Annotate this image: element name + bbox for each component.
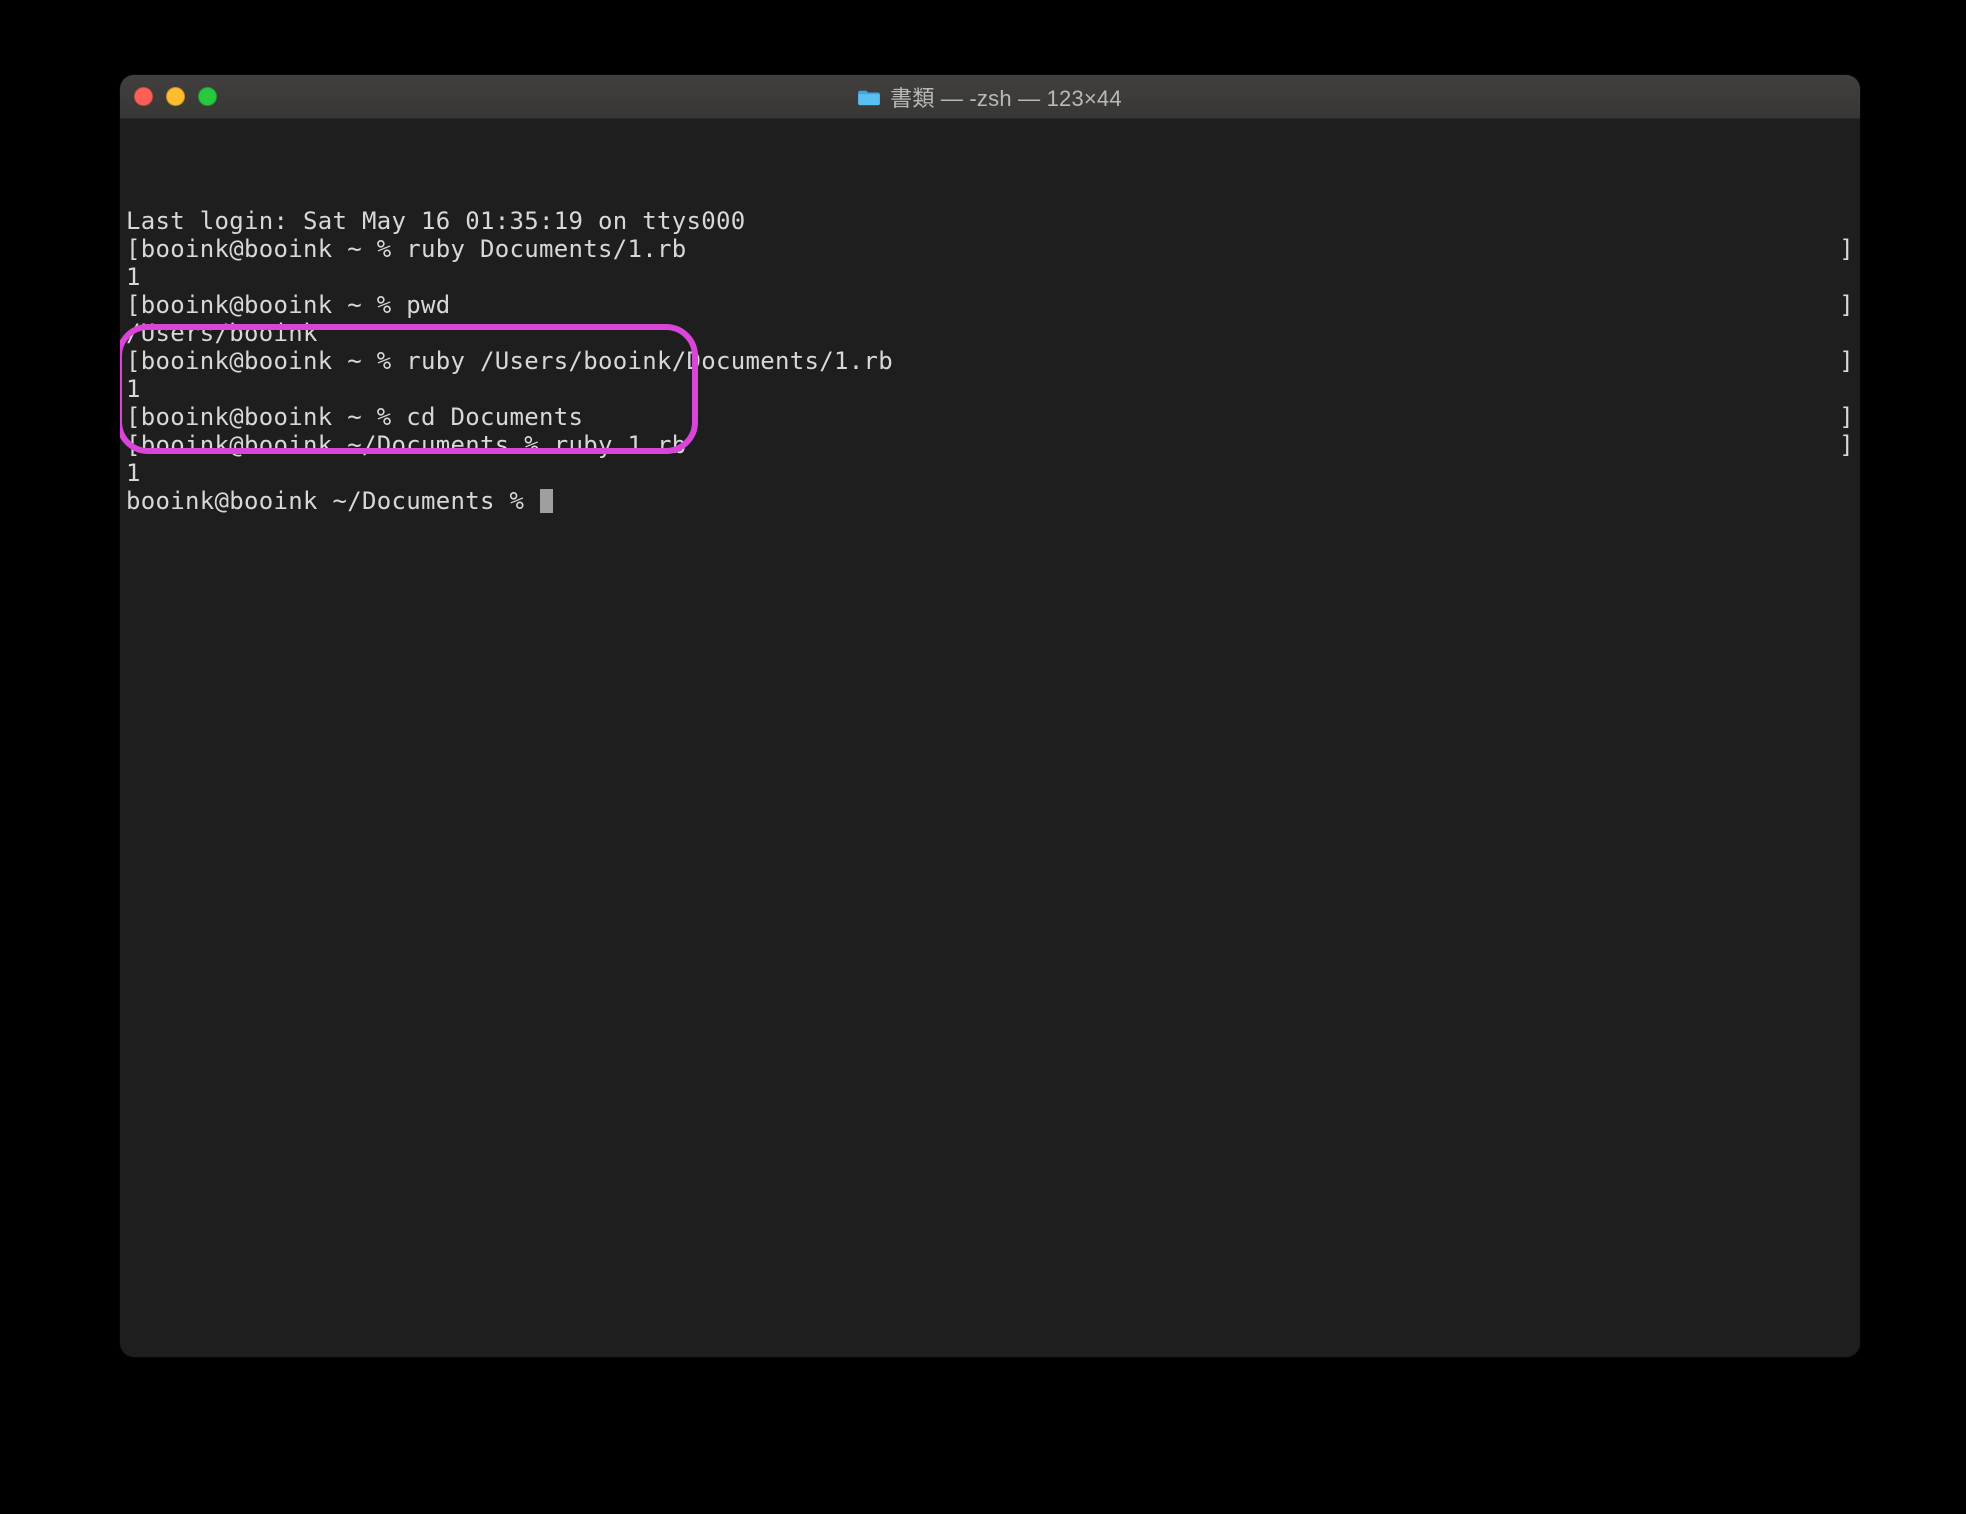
window-titlebar[interactable]: 書類 — -zsh — 123×44 [120, 75, 1860, 119]
terminal-line: [booink@booink ~ % cd Documents] [126, 403, 1854, 431]
terminal-cursor [540, 489, 553, 513]
terminal-line-right: ] [1839, 403, 1854, 431]
minimize-button[interactable] [166, 87, 185, 106]
terminal-line-right: ] [1839, 291, 1854, 319]
terminal-line-left: [booink@booink ~ % cd Documents [126, 403, 583, 431]
terminal-line-left: 1 [126, 263, 141, 291]
terminal-line-left: booink@booink ~/Documents % [126, 487, 553, 515]
terminal-line-right: ] [1839, 347, 1854, 375]
window-title: 書類 — -zsh — 123×44 [890, 81, 1122, 113]
zoom-button[interactable] [198, 87, 217, 106]
terminal-line: [booink@booink ~ % ruby /Users/booink/Do… [126, 347, 1854, 375]
traffic-lights [134, 87, 217, 106]
terminal-line-left: [booink@booink ~ % ruby /Users/booink/Do… [126, 347, 893, 375]
terminal-line-left: /Users/booink [126, 319, 318, 347]
terminal-line: 1 [126, 459, 1854, 487]
terminal-line: [booink@booink ~ % pwd] [126, 291, 1854, 319]
terminal-line-right: ] [1839, 431, 1854, 459]
terminal-line-left: 1 [126, 375, 141, 403]
terminal-line-left: Last login: Sat May 16 01:35:19 on ttys0… [126, 207, 745, 235]
terminal-line-left: [booink@booink ~ % pwd [126, 291, 450, 319]
terminal-line-right: ] [1839, 235, 1854, 263]
terminal-line: Last login: Sat May 16 01:35:19 on ttys0… [126, 207, 1854, 235]
terminal-line-left: [booink@booink ~/Documents % ruby 1.rb [126, 431, 686, 459]
terminal-window: 書類 — -zsh — 123×44 Last login: Sat May 1… [120, 75, 1860, 1357]
terminal-viewport[interactable]: Last login: Sat May 16 01:35:19 on ttys0… [120, 119, 1860, 1357]
terminal-line-left: [booink@booink ~ % ruby Documents/1.rb [126, 235, 686, 263]
titlebar-center: 書類 — -zsh — 123×44 [120, 81, 1860, 113]
terminal-line: [booink@booink ~/Documents % ruby 1.rb] [126, 431, 1854, 459]
terminal-line: [booink@booink ~ % ruby Documents/1.rb] [126, 235, 1854, 263]
screenshot-stage: 書類 — -zsh — 123×44 Last login: Sat May 1… [0, 0, 1966, 1514]
terminal-line: booink@booink ~/Documents % [126, 487, 1854, 515]
terminal-line: /Users/booink [126, 319, 1854, 347]
terminal-line: 1 [126, 375, 1854, 403]
terminal-line-left: 1 [126, 459, 141, 487]
terminal-line: 1 [126, 263, 1854, 291]
close-button[interactable] [134, 87, 153, 106]
folder-icon [858, 88, 880, 106]
